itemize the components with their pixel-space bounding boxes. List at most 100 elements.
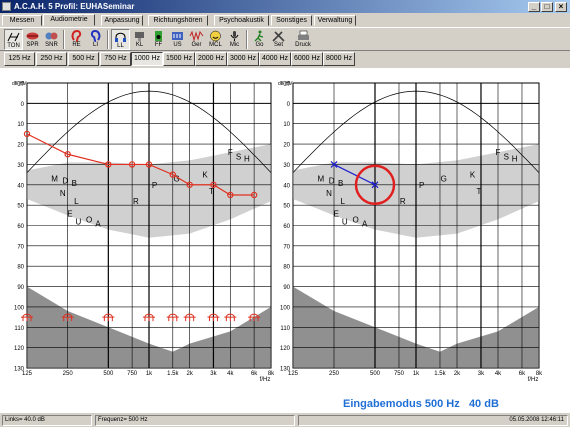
x-tick-label: 1k: [146, 371, 153, 377]
tools-icon: [272, 31, 285, 42]
speech-letter: A: [362, 219, 368, 228]
freq-button-500[interactable]: 500 Hz: [68, 52, 99, 66]
audiogram-right[interactable]: -100102030405060708090100110120130dB HV1…: [278, 81, 543, 383]
toolbar-label: Go: [255, 42, 264, 48]
x-tick-label: 4k: [227, 371, 234, 377]
toolbar-button-ll[interactable]: LL: [111, 29, 130, 50]
freq-button-125[interactable]: 125 Hz: [4, 52, 35, 66]
audiogram-left[interactable]: -100102030405060708090100110120130dB HV1…: [12, 81, 275, 383]
y-tick-label: 100: [280, 305, 291, 311]
x-tick-label: 2k: [186, 371, 193, 377]
speech-letter: K: [470, 171, 476, 180]
speech-letter: T: [209, 187, 214, 196]
toolbar-button-re[interactable]: RE: [67, 29, 86, 50]
y-tick-label: 40: [283, 183, 290, 189]
speech-letter: N: [60, 189, 66, 198]
freq-button-750[interactable]: 750 Hz: [100, 52, 131, 66]
toolbar-button-us[interactable]: US: [168, 29, 187, 50]
speech-letter: F: [228, 148, 233, 157]
y-tick-label: 20: [17, 143, 24, 149]
minimize-button[interactable]: _: [528, 2, 540, 12]
freq-button-2000[interactable]: 2000 Hz: [195, 52, 227, 66]
freq-button-8000[interactable]: 8000 Hz: [323, 52, 355, 66]
freq-button-250[interactable]: 250 Hz: [36, 52, 67, 66]
speech-letter: E: [334, 209, 339, 218]
speech-letter: N: [326, 189, 332, 198]
close-button[interactable]: ×: [555, 2, 567, 12]
headphones-icon: [115, 32, 126, 42]
tab-psychoakustik[interactable]: Psychoakustik: [214, 15, 269, 26]
toolbar-button-go[interactable]: Go: [250, 29, 269, 50]
y-tick-label: 10: [17, 122, 24, 128]
speech-letter: G: [441, 175, 447, 184]
toolbar-label: SPR: [26, 42, 39, 48]
maximize-button[interactable]: □: [541, 2, 553, 12]
toolbar-button-ff[interactable]: FF: [149, 29, 168, 50]
y-axis-unit: dB HV: [12, 81, 27, 87]
toolbar-label: Druck: [295, 42, 311, 48]
app-icon: [2, 2, 11, 11]
right-ear-icon: [71, 30, 82, 42]
y-tick-label: 100: [14, 305, 25, 311]
noise-icon: [189, 30, 204, 42]
x-tick-label: 250: [63, 371, 74, 377]
toolbar-button-ger[interactable]: Ger: [187, 29, 206, 50]
title-bar: A.C.A.H. 5 Profil: EUHASeminar _ □ ×: [0, 0, 570, 13]
printer-icon: [297, 30, 309, 40]
toolbar-button-set[interactable]: Set: [269, 29, 288, 50]
toolbar-label: RE: [72, 42, 81, 48]
toolbar-button-spr[interactable]: SPR: [23, 29, 42, 50]
toolbar-button-snr[interactable]: SNR: [42, 29, 61, 50]
toolbar-label: Set: [273, 42, 283, 48]
status-links: Links= 40.0 dB: [2, 415, 92, 426]
tab-sonstiges[interactable]: Sonstiges: [271, 15, 312, 26]
tab-anpassung[interactable]: Anpassung: [101, 15, 143, 26]
speech-letter: O: [352, 215, 358, 224]
toolbar-label: TON: [7, 43, 20, 49]
speech-letter: T: [477, 187, 482, 196]
toolbar-button-li[interactable]: LI: [86, 29, 105, 50]
freq-button-1500[interactable]: 1500 Hz: [163, 52, 195, 66]
freq-button-4000[interactable]: 4000 Hz: [259, 52, 291, 66]
x-tick-label: 750: [127, 371, 138, 377]
audiogram-area[interactable]: -100102030405060708090100110120130dB HV1…: [0, 68, 570, 413]
left-ear-icon: [90, 30, 101, 42]
speech-letter: B: [338, 179, 343, 188]
x-tick-label: 4k: [495, 371, 502, 377]
tab-verwaltung[interactable]: Verwaltung: [314, 15, 356, 26]
y-tick-label: 70: [17, 244, 24, 250]
toolbar-button-mic[interactable]: Mic: [225, 29, 244, 50]
speech-letter: M: [317, 175, 324, 184]
x-tick-label: 3k: [478, 371, 485, 377]
tone-icon: [7, 32, 20, 42]
toolbar-button-mcl[interactable]: MCL: [206, 29, 225, 50]
toolbar-label: LL: [117, 43, 124, 49]
free-field-icon: [155, 31, 162, 41]
x-tick-label: 6k: [251, 371, 258, 377]
toolbar-button-ton[interactable]: TON: [4, 29, 23, 50]
tab-messen[interactable]: Messen: [2, 15, 42, 26]
snr-heads-icon: [45, 32, 58, 40]
speech-letter: P: [152, 181, 157, 190]
freq-button-6000[interactable]: 6000 Hz: [291, 52, 323, 66]
frequency-selector: 125 Hz 250 Hz 500 Hz 750 Hz 1000 Hz 1500…: [0, 51, 570, 67]
freq-button-3000[interactable]: 3000 Hz: [227, 52, 259, 66]
y-tick-label: 10: [283, 122, 290, 128]
x-tick-label: 500: [103, 371, 114, 377]
status-datetime: 05.05.2008 12:46:11: [298, 415, 568, 426]
microphone-icon: [230, 31, 239, 41]
tab-audiometrie[interactable]: Audiometrie: [43, 14, 95, 26]
application-window: A.C.A.H. 5 Profil: EUHASeminar _ □ × Mes…: [0, 0, 570, 427]
speech-letter: E: [67, 209, 72, 218]
y-tick-label: 80: [17, 265, 24, 271]
toolbar-button-kl[interactable]: KL: [130, 29, 149, 50]
tab-richtungshoeren[interactable]: Richtungshören: [148, 15, 208, 26]
toolbar-button-druck[interactable]: Druck: [291, 29, 315, 50]
speech-letter: F: [496, 148, 501, 157]
x-tick-label: 1.5k: [434, 371, 446, 377]
speech-letter: D: [62, 177, 68, 186]
status-bar: Links= 40.0 dB Frequenz= 500 Hz 05.05.20…: [0, 414, 570, 427]
freq-button-1000[interactable]: 1000 Hz: [131, 52, 163, 66]
x-tick-label: 1.5k: [167, 371, 179, 377]
y-tick-label: 90: [17, 285, 24, 291]
